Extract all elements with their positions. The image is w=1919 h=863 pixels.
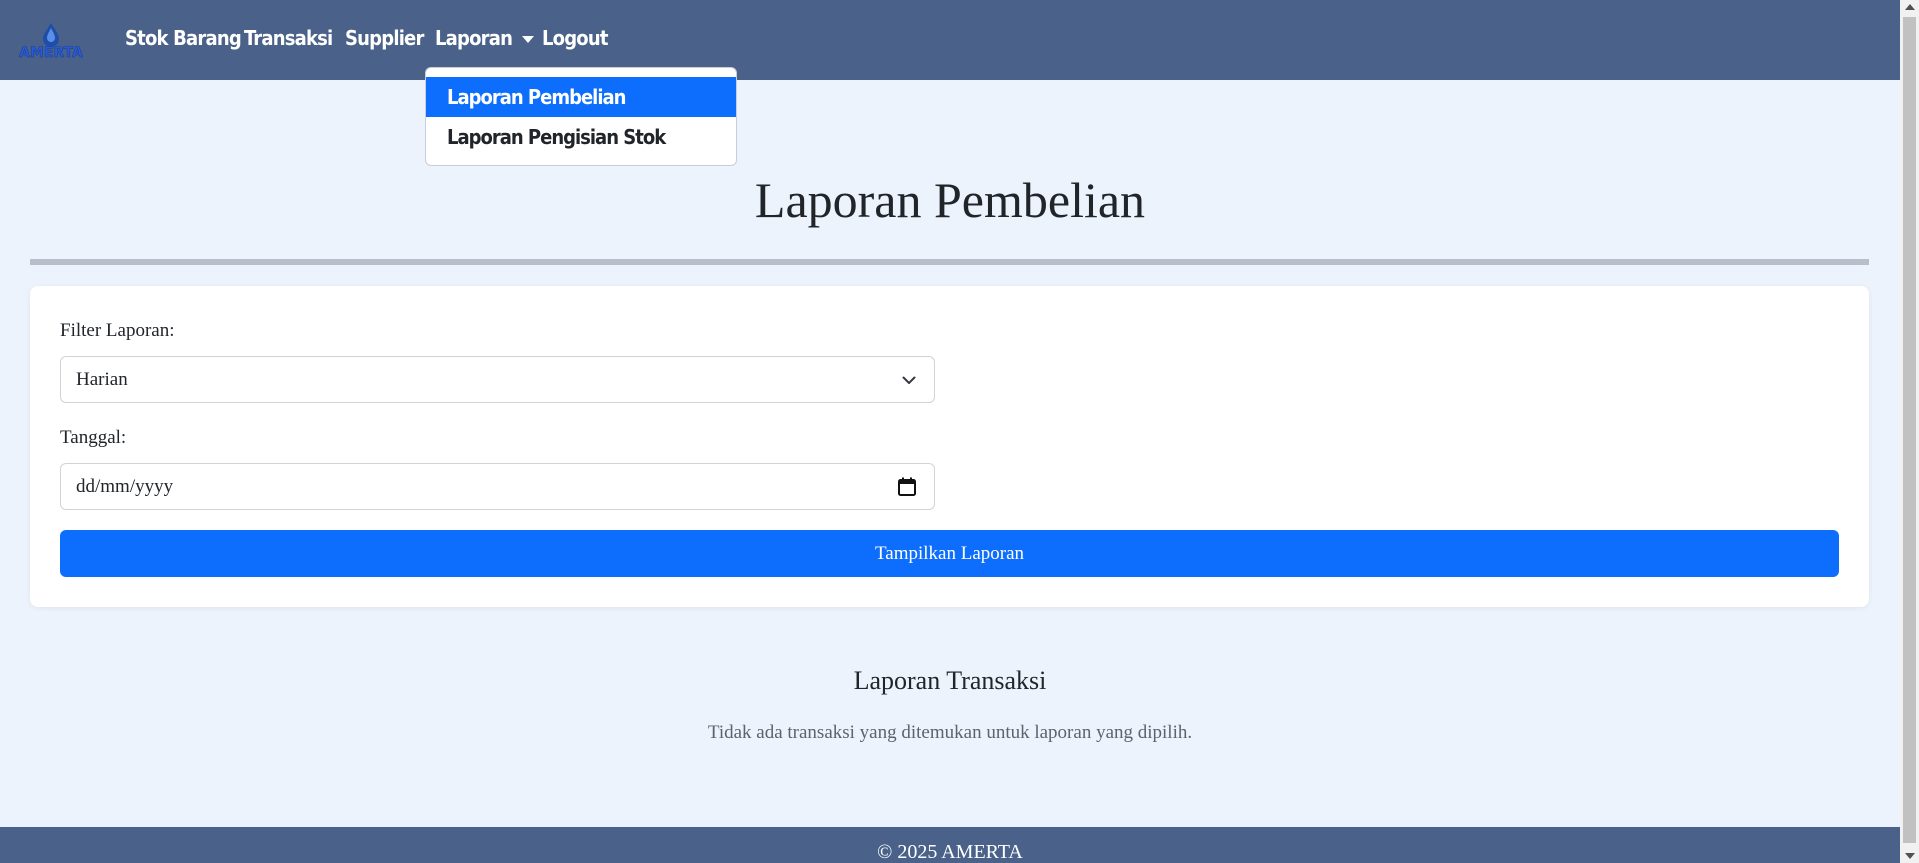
chevron-down-icon xyxy=(902,376,916,384)
brand-logo[interactable]: AMERTA xyxy=(14,22,88,61)
footer-text: © 2025 AMERTA xyxy=(877,841,1023,863)
tampilkan-laporan-button[interactable]: Tampilkan Laporan xyxy=(60,530,1839,577)
filter-select[interactable]: Harian xyxy=(60,356,935,403)
report-section-title: Laporan Transaksi xyxy=(853,666,1047,695)
caret-down-icon xyxy=(522,36,535,43)
scrollbar-thumb[interactable] xyxy=(1903,17,1916,843)
nav-laporan-label: Laporan xyxy=(435,26,513,50)
dropdown-item-laporan-pengisian-stok[interactable]: Laporan Pengisian Stok xyxy=(426,117,736,157)
empty-report-message: Tidak ada transaksi yang ditemukan untuk… xyxy=(707,722,1193,743)
calendar-icon[interactable] xyxy=(898,477,916,496)
footer: © 2025 AMERTA xyxy=(0,827,1900,863)
nav-laporan-toggle[interactable]: Laporan xyxy=(435,26,535,50)
nav-logout[interactable]: Logout xyxy=(542,26,608,50)
vertical-scrollbar[interactable] xyxy=(1900,0,1919,863)
date-input-placeholder: dd/mm/yyyy xyxy=(76,476,174,497)
date-label: Tanggal: xyxy=(60,427,127,448)
brand-logo-text: AMERTA xyxy=(19,45,83,60)
nav-stok-barang[interactable]: Stok Barang xyxy=(125,26,242,50)
dropdown-item-laporan-pembelian[interactable]: Laporan Pembelian xyxy=(426,77,736,117)
page-title: Laporan Pembelian xyxy=(754,172,1146,228)
navbar: AMERTA Stok Barang Transaksi Supplier La… xyxy=(0,0,1900,80)
filter-label: Filter Laporan: xyxy=(60,320,175,341)
nav-transaksi[interactable]: Transaksi xyxy=(244,26,333,50)
scroll-up-arrow-icon[interactable] xyxy=(1905,4,1915,10)
filter-card: Filter Laporan: Harian Tanggal: dd/mm/yy… xyxy=(30,286,1869,607)
filter-select-value: Harian xyxy=(76,369,128,390)
nav-supplier[interactable]: Supplier xyxy=(345,26,424,50)
date-input[interactable]: dd/mm/yyyy xyxy=(60,463,935,510)
laporan-dropdown-menu: Laporan Pembelian Laporan Pengisian Stok xyxy=(425,67,737,166)
scroll-down-arrow-icon[interactable] xyxy=(1905,853,1915,859)
title-divider xyxy=(30,259,1869,265)
